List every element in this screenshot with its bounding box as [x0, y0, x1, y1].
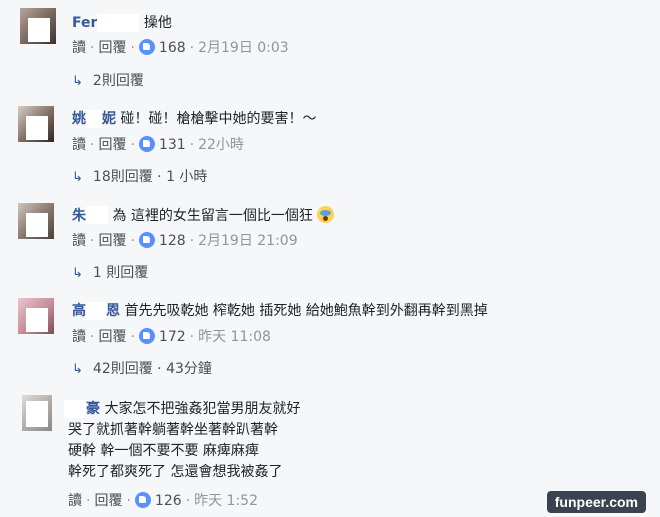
- view-replies[interactable]: ↳ 18則回覆 · 1 小時: [72, 168, 207, 187]
- commenter-name-2[interactable]: 妮: [102, 111, 116, 127]
- avatar[interactable]: [18, 203, 54, 239]
- commenter-name-2[interactable]: 恩: [106, 303, 120, 319]
- timestamp[interactable]: 昨天 1:52: [194, 493, 258, 509]
- view-replies[interactable]: ↳ 1 則回覆: [72, 264, 148, 283]
- reply-arrow-icon: ↳: [72, 266, 83, 281]
- comment-text: 為 這裡的女生留言一個比一個狂: [112, 208, 313, 224]
- comment-line-2: 哭了就抓著幹躺著幹坐著幹趴著幹: [68, 422, 278, 438]
- timestamp[interactable]: 2月19日 0:03: [198, 40, 289, 56]
- comment-actions: 讀 · 回覆 · 126 · 昨天 1:52: [68, 492, 258, 509]
- replies-count[interactable]: 18則回覆 · 1 小時: [93, 169, 208, 185]
- reply-link[interactable]: 回覆: [98, 233, 126, 249]
- comment-body: Fer 操他: [72, 14, 172, 32]
- comment-body: 姚妮 碰！碰！槍槍擊中她的要害！～: [72, 110, 316, 128]
- comment-text: 首先先吸乾她 榨乾她 插死她 給她鮑魚幹到外翻再幹到黑掉: [124, 303, 488, 319]
- reply-link[interactable]: 回覆: [98, 137, 126, 153]
- reply-arrow-icon: ↳: [72, 74, 83, 89]
- read-link[interactable]: 讀: [68, 493, 82, 509]
- commenter-name[interactable]: 豪: [86, 401, 100, 417]
- read-link[interactable]: 讀: [72, 40, 86, 56]
- read-link[interactable]: 讀: [72, 329, 86, 345]
- reply-link[interactable]: 回覆: [98, 329, 126, 345]
- commenter-name[interactable]: 高: [72, 303, 86, 319]
- avatar[interactable]: [18, 106, 54, 142]
- avatar[interactable]: [18, 298, 54, 334]
- like-icon[interactable]: [134, 492, 151, 508]
- like-count[interactable]: 131: [159, 137, 186, 153]
- reply-arrow-icon: ↳: [72, 362, 83, 377]
- comment-body: 高 恩 首先先吸乾她 榨乾她 插死她 給她鮑魚幹到外翻再幹到黑掉: [72, 302, 488, 320]
- avatar[interactable]: [20, 8, 56, 44]
- read-link[interactable]: 讀: [72, 233, 86, 249]
- like-icon[interactable]: [138, 328, 155, 344]
- timestamp[interactable]: 22小時: [198, 137, 244, 153]
- replies-count[interactable]: 1 則回覆: [93, 265, 148, 281]
- like-count[interactable]: 128: [159, 233, 186, 249]
- reply-link[interactable]: 回覆: [98, 40, 126, 56]
- comment-actions: 讀 · 回覆 · 172 · 昨天 11:08: [72, 328, 271, 345]
- comment-actions: 讀 · 回覆 · 128 · 2月19日 21:09: [72, 232, 298, 249]
- view-replies[interactable]: ↳ 2則回覆: [72, 72, 144, 91]
- reply-link[interactable]: 回覆: [94, 493, 122, 509]
- comment-actions: 讀 · 回覆 · 131 · 22小時: [72, 136, 244, 153]
- like-icon[interactable]: [138, 232, 155, 248]
- replies-count[interactable]: 2則回覆: [93, 73, 144, 89]
- comment-body: 朱 為 這裡的女生留言一個比一個狂: [72, 206, 335, 225]
- comment-line-1: 大家怎不把強姦犯當男朋友就好: [104, 401, 301, 417]
- watermark: funpeer.com: [546, 491, 646, 513]
- avatar[interactable]: [22, 395, 52, 431]
- commenter-name[interactable]: 姚: [72, 111, 86, 127]
- timestamp[interactable]: 昨天 11:08: [198, 329, 271, 345]
- read-link[interactable]: 讀: [72, 137, 86, 153]
- reply-arrow-icon: ↳: [72, 170, 83, 185]
- commenter-name[interactable]: Fer: [72, 15, 97, 31]
- timestamp[interactable]: 2月19日 21:09: [198, 233, 298, 249]
- like-icon[interactable]: [138, 39, 155, 55]
- scream-emoji-icon: [317, 206, 335, 223]
- commenter-name[interactable]: 朱: [72, 208, 86, 224]
- comment-actions: 讀 · 回覆 · 168 · 2月19日 0:03: [72, 39, 289, 56]
- replies-count[interactable]: 42則回覆 · 43分鐘: [93, 361, 212, 377]
- like-count[interactable]: 168: [159, 40, 186, 56]
- like-count[interactable]: 126: [155, 493, 182, 509]
- view-replies[interactable]: ↳ 42則回覆 · 43分鐘: [72, 360, 212, 379]
- comment-text: 操他: [143, 15, 172, 31]
- like-icon[interactable]: [138, 136, 155, 152]
- comment-line-3: 硬幹 幹一個不要不要 麻痺麻痺: [68, 443, 259, 459]
- comment-text: 碰！碰！槍槍擊中她的要害！～: [120, 111, 317, 127]
- like-count[interactable]: 172: [159, 329, 186, 345]
- comment-line-4: 幹死了都爽死了 怎還會想我被姦了: [68, 464, 283, 480]
- comment-body: 豪 大家怎不把強姦犯當男朋友就好: [64, 400, 300, 418]
